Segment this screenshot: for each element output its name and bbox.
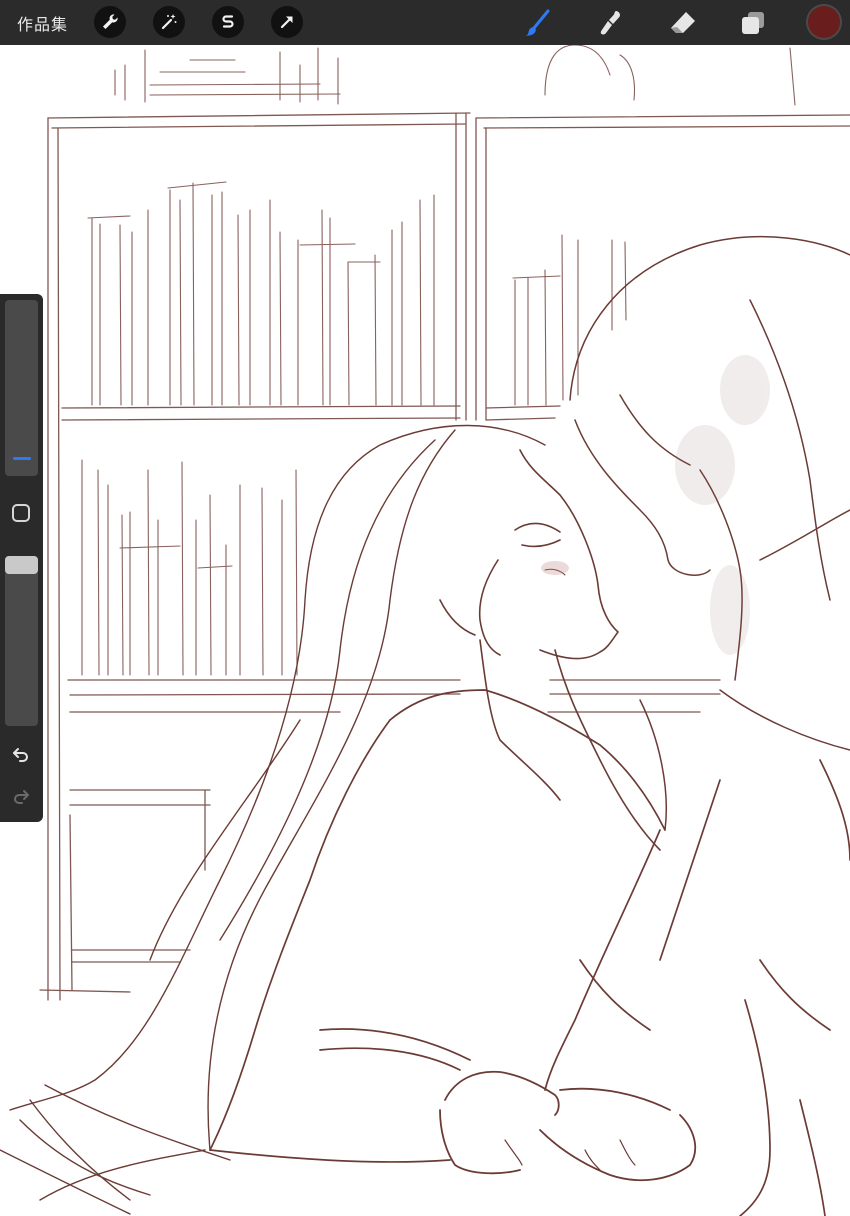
layers-icon	[742, 12, 764, 34]
bookshelf-left	[39, 112, 471, 1001]
top-toolbar: 作品集	[0, 0, 850, 45]
undo-icon	[13, 748, 28, 762]
selection-button[interactable]	[212, 6, 244, 38]
redo-button[interactable]	[9, 784, 33, 808]
books-upper	[87, 181, 627, 406]
brush-size-handle[interactable]	[9, 452, 34, 466]
brush-size-indicator	[13, 456, 31, 460]
opacity-slider[interactable]	[5, 556, 38, 726]
opacity-handle[interactable]	[5, 556, 38, 574]
books-lower	[81, 459, 298, 676]
smudge-icon	[600, 11, 620, 35]
transform-button[interactable]	[271, 6, 303, 38]
wrench-icon	[103, 14, 118, 29]
brush-icon	[526, 9, 550, 36]
shelf-top-items	[114, 45, 796, 106]
layers-button[interactable]	[736, 6, 770, 40]
adjustments-button[interactable]	[153, 6, 185, 38]
left-face	[439, 449, 661, 851]
blush	[541, 561, 569, 575]
selection-icon	[222, 15, 234, 28]
shading	[675, 355, 770, 655]
undo-button[interactable]	[9, 742, 33, 766]
left-sidebar	[0, 294, 43, 822]
eraser-tool-button[interactable]	[666, 6, 700, 40]
hands	[439, 1070, 697, 1182]
redo-icon	[14, 790, 29, 804]
brush-tool-button[interactable]	[521, 6, 555, 40]
color-picker-button[interactable]	[808, 6, 840, 38]
bookshelf-right	[475, 114, 850, 713]
drawing-canvas[interactable]	[0, 45, 850, 1216]
eraser-icon	[671, 12, 695, 33]
brush-size-slider[interactable]	[5, 300, 38, 476]
gallery-button[interactable]: 作品集	[17, 11, 68, 35]
smudge-tool-button[interactable]	[594, 6, 628, 40]
transform-arrow-icon	[280, 16, 293, 29]
magic-wand-icon	[161, 14, 177, 30]
square-icon[interactable]	[11, 503, 31, 523]
actions-button[interactable]	[94, 6, 126, 38]
